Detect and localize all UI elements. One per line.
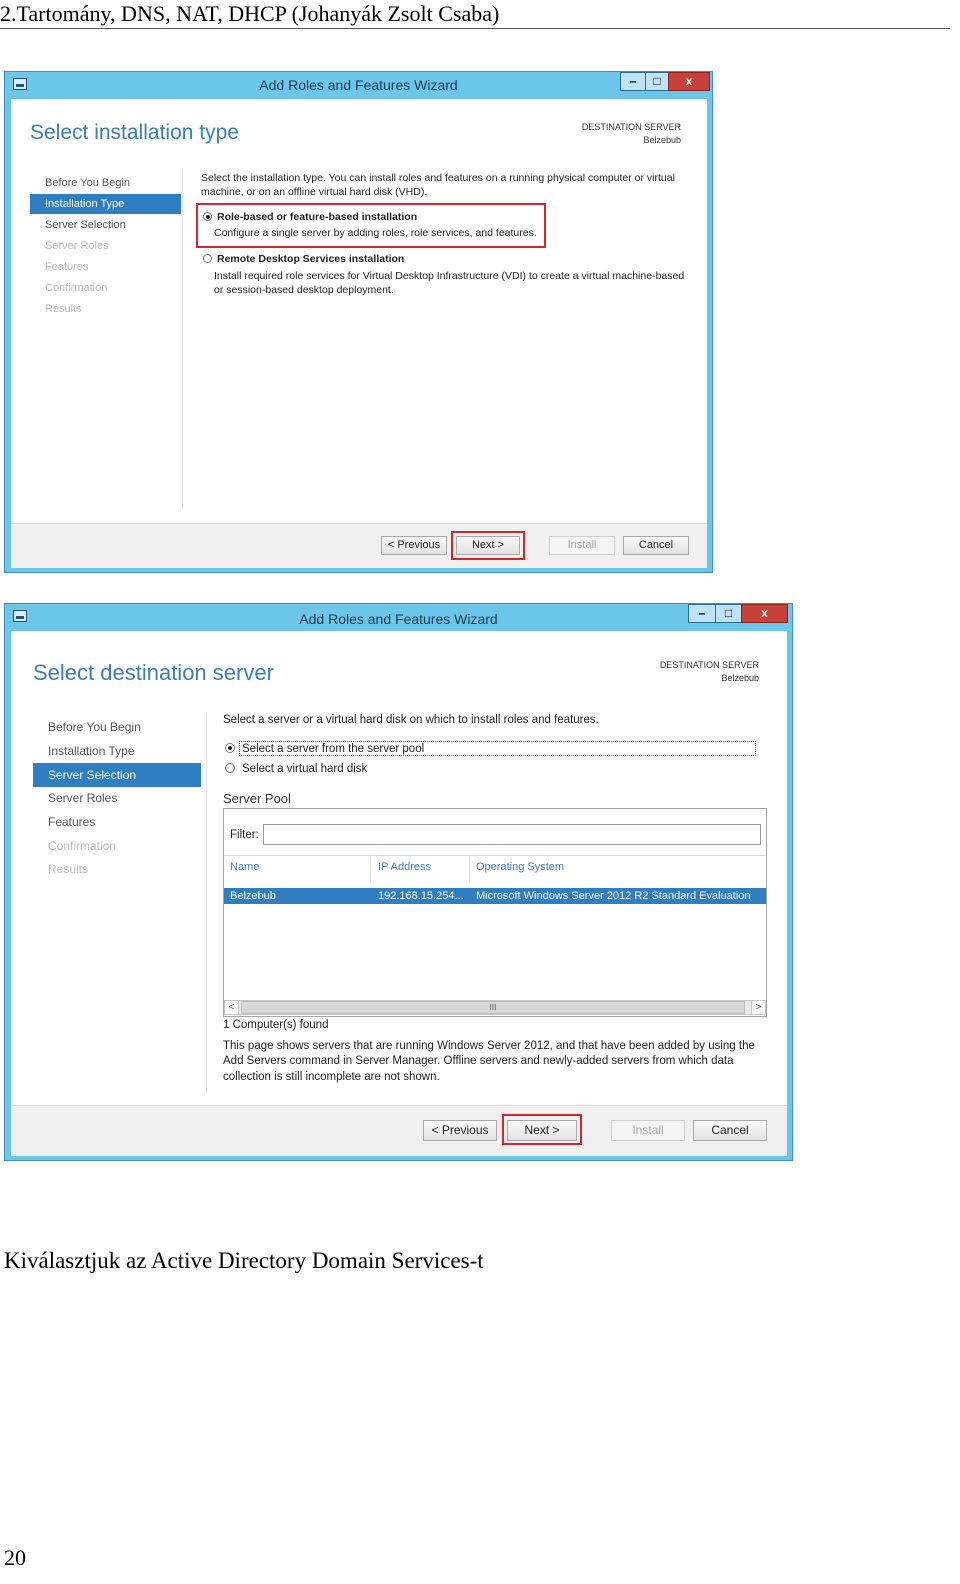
destination-server: DESTINATION SERVER Belzebub [582,121,681,147]
nav-item-features[interactable]: Features [33,812,201,832]
option-remote-desktop-desc-2: or session-based desktop deployment. [214,284,394,296]
nav-item-server-selection[interactable]: Server Selection [30,216,181,234]
nav-item-server-roles: Server Roles [45,240,109,252]
next-button[interactable]: Next > [456,536,520,555]
cell-name: Belzebub [230,890,276,902]
previous-button[interactable]: < Previous [381,536,447,555]
option-virtual-hard-disk[interactable]: Select a virtual hard disk [242,762,367,776]
nav-divider [206,713,207,1093]
cancel-button[interactable]: Cancel [623,536,689,555]
nav-item-server-roles[interactable]: Server Roles [33,788,201,808]
cell-ip-address: 192.168.15.254... [378,890,464,902]
minimize-button[interactable]: – [620,72,646,91]
install-button[interactable]: Install [549,536,615,555]
filter-label: Filter: [230,829,259,841]
destination-server-label: DESTINATION SERVER [581,122,681,132]
intro-text: Select a server or a virtual hard disk o… [223,714,599,726]
option-role-based-title[interactable]: Role-based or feature-based installation [217,210,417,224]
table-header: Name IP Address Operating System [224,855,766,882]
nav-item-results: Results [48,862,89,876]
close-button[interactable]: x [741,604,788,623]
wizard-client-area: Select destination server DESTINATION SE… [11,631,787,1156]
column-name[interactable]: Name [230,861,259,873]
page-title: Select installation type [30,121,239,144]
caption: Kiválasztjuk az Active Directory Domain … [4,1248,484,1273]
wizard-footer: < Previous Next > Install Cancel [11,523,707,568]
note-line-2: Add Servers command in Server Manager. O… [223,1055,734,1067]
title-bar[interactable]: Add Roles and Features Wizard – □ x [5,604,792,630]
window-title: Add Roles and Features Wizard [259,77,458,93]
next-button[interactable]: Next > [507,1120,577,1141]
destination-server-label: DESTINATION SERVER [659,660,759,670]
maximize-button[interactable]: □ [715,604,742,623]
filter-input[interactable] [263,824,761,845]
scroll-left-button[interactable]: < [224,1000,239,1015]
radio-virtual-hard-disk[interactable] [225,763,235,773]
column-ip-address[interactable]: IP Address [378,861,431,873]
title-bar[interactable]: Add Roles and Features Wizard – □ x [5,72,712,98]
intro-line-1: Select the installation type. You can in… [201,172,675,184]
option-role-based-desc: Configure a single server by adding role… [214,227,537,239]
option-remote-desktop-desc-1: Install required role services for Virtu… [214,270,685,282]
nav-item-before-you-begin[interactable]: Before You Begin [33,717,201,737]
minimize-button[interactable]: – [688,604,716,623]
destination-server-name: Belzebub [721,673,759,683]
note-line-1: This page shows servers that are running… [223,1040,755,1052]
nav-item-features: Features [45,261,89,273]
window-title: Add Roles and Features Wizard [299,611,498,627]
horizontal-scrollbar[interactable]: < III > [224,1000,766,1015]
destination-server: DESTINATION SERVER Belzebub [660,659,759,685]
table-row[interactable]: Belzebub 192.168.15.254... Microsoft Win… [224,888,766,904]
cancel-button[interactable]: Cancel [693,1120,767,1141]
wizard-nav: Before You Begin Installation Type Serve… [33,713,201,883]
page-number: 20 [4,1545,26,1570]
column-separator [370,856,371,882]
intro-line-2: machine, or on an offline virtual hard d… [201,186,428,198]
previous-button[interactable]: < Previous [423,1120,497,1141]
nav-item-installation-type[interactable]: Installation Type [33,741,201,761]
nav-item-confirmation: Confirmation [45,282,108,294]
scroll-thumb[interactable]: III [241,1001,745,1014]
cell-operating-system: Microsoft Windows Server 2012 R2 Standar… [476,890,751,902]
install-button[interactable]: Install [611,1120,685,1141]
wizard-client-area: Select installation type DESTINATION SER… [11,99,707,568]
server-pool-box: Filter: Name IP Address Operating System… [223,808,767,1017]
nav-divider [182,169,183,509]
maximize-button[interactable]: □ [645,72,669,91]
column-separator [469,856,470,882]
computers-found-count: 1 Computer(s) found [223,1019,329,1031]
wizard-window-destination-server: Add Roles and Features Wizard – □ x Sele… [4,603,793,1161]
nav-item-confirmation: Confirmation [48,839,117,853]
wizard-nav: Before You Begin Installation Type Serve… [30,169,181,329]
radio-server-pool[interactable] [225,743,235,753]
column-operating-system[interactable]: Operating System [476,861,564,873]
option-server-pool[interactable]: Select a server from the server pool [242,742,424,756]
nav-item-before-you-begin[interactable]: Before You Begin [30,174,181,192]
page-title: Select destination server [33,660,274,685]
radio-remote-desktop[interactable] [203,254,212,263]
server-pool-title: Server Pool [223,791,291,806]
destination-server-name: Belzebub [643,135,681,145]
radio-role-based[interactable] [203,212,212,221]
option-remote-desktop-title[interactable]: Remote Desktop Services installation [217,252,404,266]
nav-item-server-selection[interactable]: Server Selection [33,763,201,787]
wizard-footer: < Previous Next > Install Cancel [11,1105,787,1156]
wizard-window-installation-type: Add Roles and Features Wizard – □ x Sele… [4,71,713,573]
note-line-3: collection is still incomplete are not s… [223,1071,440,1083]
nav-item-results: Results [45,303,82,315]
scroll-right-button[interactable]: > [751,1000,766,1015]
nav-item-installation-type[interactable]: Installation Type [30,194,181,214]
close-button[interactable]: x [668,72,710,91]
document-header: 2.Tartomány, DNS, NAT, DHCP (Johanyák Zs… [0,0,950,29]
